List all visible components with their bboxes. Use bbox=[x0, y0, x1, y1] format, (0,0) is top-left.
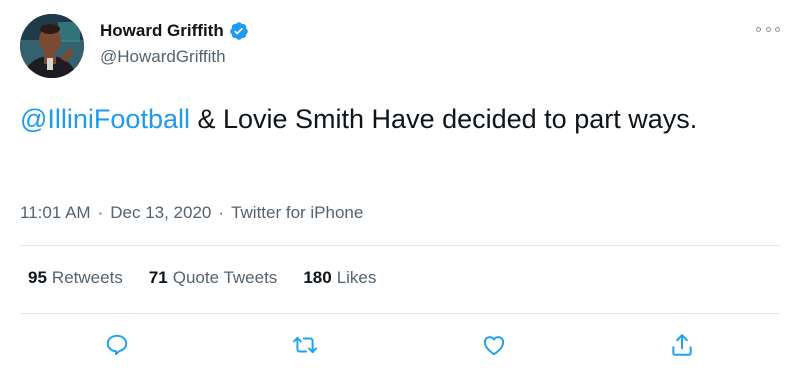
likes-label: Likes bbox=[336, 268, 377, 287]
tweet-header: Howard Griffith @HowardGriffith bbox=[20, 14, 780, 78]
quote-tweets-stat[interactable]: 71 Quote Tweets bbox=[149, 268, 278, 288]
meta-separator: · bbox=[97, 203, 104, 222]
tweet-stats: 95 Retweets 71 Quote Tweets 180 Likes bbox=[28, 268, 402, 288]
avatar[interactable] bbox=[20, 14, 84, 78]
quote-tweets-label: Quote Tweets bbox=[172, 268, 278, 287]
divider-top bbox=[20, 245, 780, 246]
more-dot bbox=[775, 26, 780, 32]
retweets-label: Retweets bbox=[51, 268, 123, 287]
divider-bottom bbox=[20, 313, 780, 314]
tweet-text: @IlliniFootball & Lovie Smith Have decid… bbox=[20, 100, 760, 138]
handle[interactable]: @HowardGriffith bbox=[100, 47, 249, 67]
more-dot bbox=[765, 26, 771, 32]
likes-count: 180 bbox=[303, 268, 332, 287]
display-name[interactable]: Howard Griffith bbox=[100, 21, 224, 41]
meta-separator: · bbox=[218, 203, 225, 222]
retweets-stat[interactable]: 95 Retweets bbox=[28, 268, 123, 288]
display-name-row: Howard Griffith bbox=[100, 20, 249, 42]
tweet-source[interactable]: Twitter for iPhone bbox=[231, 203, 363, 223]
retweet-icon[interactable] bbox=[290, 330, 320, 360]
likes-stat[interactable]: 180 Likes bbox=[303, 268, 376, 288]
like-icon[interactable] bbox=[479, 330, 509, 360]
tweet-date[interactable]: Dec 13, 2020 bbox=[110, 203, 211, 223]
more-dot bbox=[756, 26, 761, 32]
tweet-card: Howard Griffith @HowardGriffith @IlliniF… bbox=[0, 0, 798, 377]
tweet-meta: 11:01 AM · Dec 13, 2020 · Twitter for iP… bbox=[20, 203, 363, 223]
share-icon[interactable] bbox=[667, 330, 697, 360]
tweet-time[interactable]: 11:01 AM bbox=[20, 203, 91, 223]
tweet-text-body: & Lovie Smith Have decided to part ways. bbox=[189, 104, 698, 134]
quote-tweets-count: 71 bbox=[148, 268, 168, 287]
reply-icon[interactable] bbox=[102, 330, 132, 360]
author-names: Howard Griffith @HowardGriffith bbox=[100, 20, 249, 67]
verified-badge-icon bbox=[229, 21, 249, 41]
mention-link[interactable]: @IlliniFootball bbox=[20, 104, 190, 134]
tweet-actions bbox=[0, 330, 798, 360]
more-icon[interactable] bbox=[756, 22, 780, 36]
retweets-count: 95 bbox=[28, 268, 47, 287]
